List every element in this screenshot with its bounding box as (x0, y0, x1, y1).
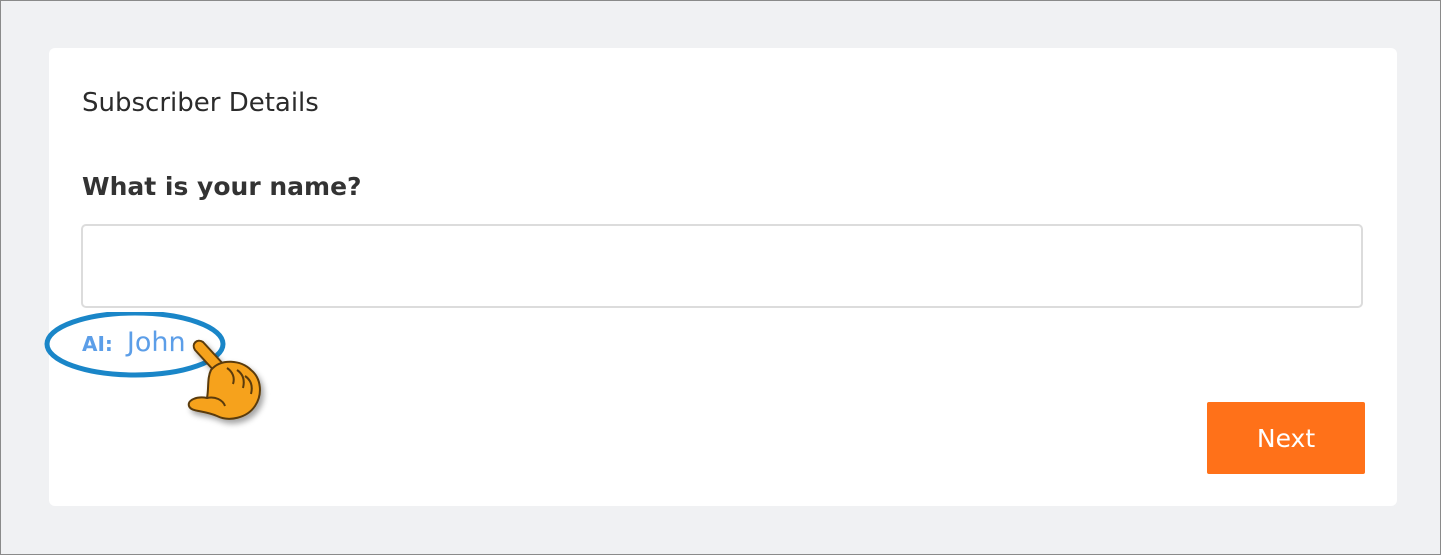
subscriber-details-card: Subscriber Details What is your name? AI… (44, 48, 1397, 506)
section-title: Subscriber Details (82, 88, 319, 118)
name-question-label: What is your name? (82, 172, 362, 201)
window-frame: Subscriber Details What is your name? AI… (0, 0, 1441, 555)
ai-suggestion-value[interactable]: John (127, 327, 186, 358)
next-button[interactable]: Next (1207, 402, 1365, 474)
name-input[interactable] (81, 224, 1363, 308)
ai-suggestion-prefix: AI: (82, 332, 113, 356)
pointing-hand-icon (187, 339, 261, 420)
ai-suggestion[interactable]: AI: John (82, 327, 186, 363)
